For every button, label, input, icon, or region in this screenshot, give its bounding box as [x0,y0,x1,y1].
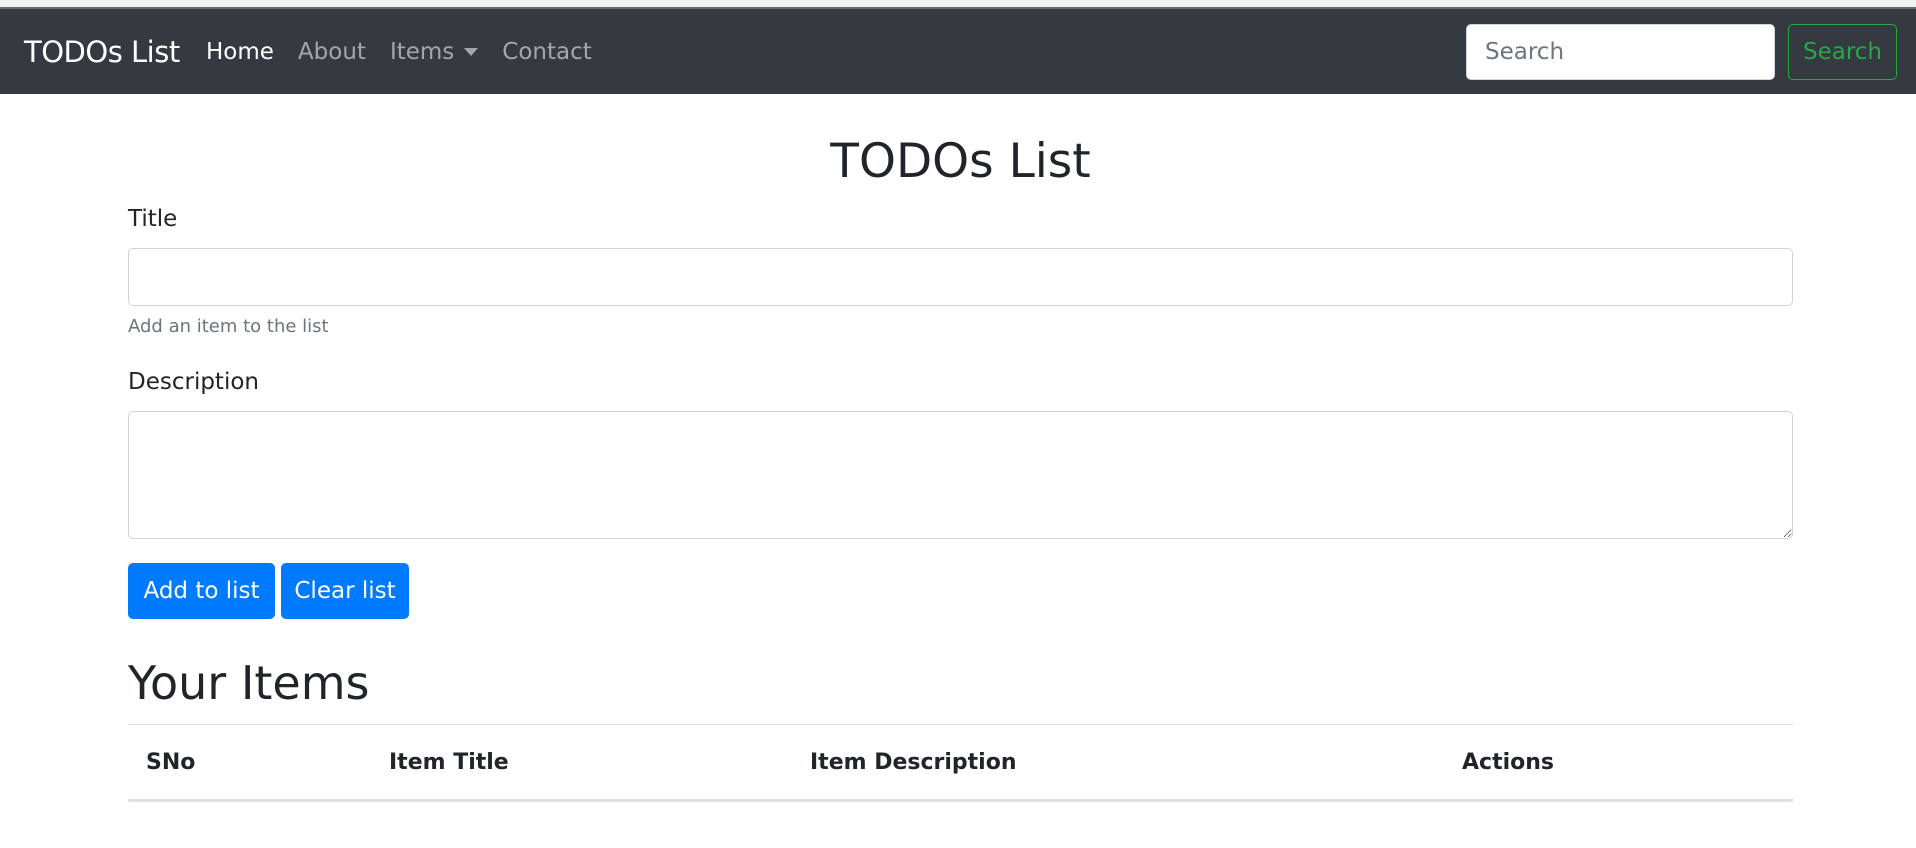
search-button[interactable]: Search [1788,24,1897,80]
title-input[interactable] [128,248,1793,306]
column-header-item-description: Item Description [792,724,1444,802]
navbar: TODOs List Home About Items Contact Sear… [0,9,1916,94]
table-header-row: SNo Item Title Item Description Actions [128,724,1793,802]
nav-link-contact[interactable]: Contact [502,39,591,65]
column-header-item-title: Item Title [371,724,792,802]
items-table: SNo Item Title Item Description Actions [128,724,1793,802]
description-textarea[interactable] [128,411,1793,539]
page-title: TODOs List [830,134,1091,189]
main-container: TODOs List Title Add an item to the list… [128,94,1793,802]
column-header-sno: SNo [128,724,371,802]
column-header-actions: Actions [1444,724,1793,802]
add-to-list-button[interactable]: Add to list [128,563,275,619]
navbar-brand[interactable]: TODOs List [24,35,180,69]
nav-link-about[interactable]: About [298,39,366,65]
nav-dropdown-items-label: Items [389,38,455,65]
description-label: Description [128,369,259,395]
title-label: Title [128,206,178,232]
items-heading: Your Items [128,656,370,710]
caret-down-icon [464,47,479,56]
nav-links: Home About Items Contact [206,9,616,94]
clear-list-button[interactable]: Clear list [281,563,409,619]
nav-dropdown-items[interactable]: Items [389,38,479,65]
search-input[interactable] [1466,24,1775,80]
title-help-text: Add an item to the list [128,316,329,337]
nav-link-home[interactable]: Home [206,39,274,65]
window-top-edge [0,0,1916,9]
